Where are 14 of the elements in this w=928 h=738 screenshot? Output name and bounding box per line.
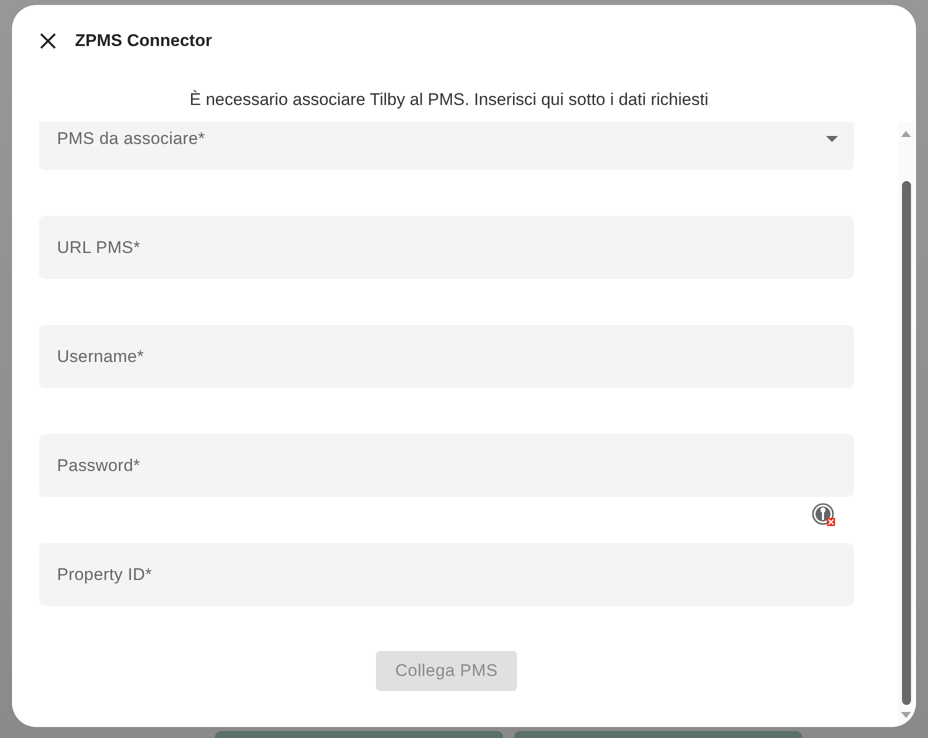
select-field[interactable]: PMS da associare* bbox=[39, 122, 854, 170]
input-field[interactable]: URL PMS* bbox=[39, 216, 854, 279]
dialog-title: ZPMS Connector bbox=[75, 31, 212, 51]
dropdown-caret-icon bbox=[826, 136, 838, 142]
input-field[interactable]: Username* bbox=[39, 325, 854, 388]
close-button[interactable] bbox=[39, 32, 57, 50]
close-icon bbox=[39, 32, 57, 50]
scrollbar-thumb[interactable] bbox=[902, 181, 910, 705]
input-field[interactable]: Property ID* bbox=[39, 543, 854, 606]
instruction-text: È necessario associare Tilby al PMS. Inserisci qui sotto i dati richiesti bbox=[188, 90, 710, 110]
key-lock-icon[interactable] bbox=[812, 503, 836, 527]
scrollbar[interactable] bbox=[898, 122, 914, 727]
input-field[interactable]: Password* bbox=[39, 434, 854, 497]
scroll-down-icon[interactable] bbox=[900, 711, 912, 719]
